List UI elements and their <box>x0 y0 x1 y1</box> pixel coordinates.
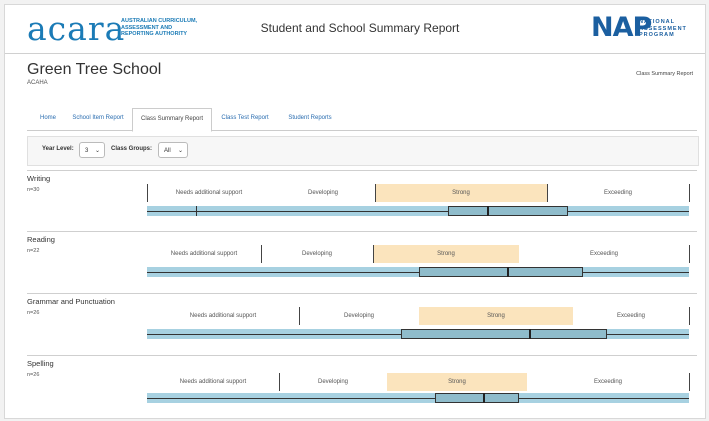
school-code: ACAHA <box>27 80 48 86</box>
domain-count: n=30 <box>27 187 40 193</box>
tab-class-test-report[interactable]: Class Test Report <box>215 108 275 129</box>
band-strong: Strong <box>419 307 573 325</box>
domain-reading: Reading n=22 Needs additional support De… <box>27 231 697 291</box>
domain-count: n=26 <box>27 372 40 378</box>
domain-title: Writing <box>27 174 51 183</box>
band-developing: Developing <box>301 251 333 257</box>
band-divider <box>689 245 690 263</box>
band-divider <box>689 307 690 325</box>
filter-bar: Year Level: 3 ⌄ Class Groups: All ⌄ <box>27 136 699 166</box>
band-needs-support: Needs additional support <box>175 190 243 196</box>
box-median <box>529 329 531 339</box>
band-needs-support: Needs additional support <box>189 313 257 319</box>
box-median <box>483 393 485 403</box>
band-divider <box>373 245 374 263</box>
band-exceeding: Exceeding <box>589 251 619 257</box>
band-exceeding: Exceeding <box>603 190 633 196</box>
box-median <box>487 206 489 216</box>
band-needs-support: Needs additional support <box>170 251 238 257</box>
chevron-down-icon: ⌄ <box>94 148 100 154</box>
box-iqr <box>448 206 568 216</box>
band-exceeding: Exceeding <box>616 313 646 319</box>
band-developing: Developing <box>317 379 349 385</box>
band-divider <box>547 184 548 202</box>
section-divider <box>27 170 697 171</box>
section-divider <box>27 355 697 356</box>
band-divider <box>261 245 262 263</box>
tab-student-reports[interactable]: Student Reports <box>281 108 339 129</box>
band-developing: Developing <box>343 313 375 319</box>
nap-tagline: NATIONAL ASSESSMENT PROGRAM <box>639 19 687 38</box>
box-iqr <box>401 329 607 339</box>
band-divider <box>147 184 148 202</box>
tab-home[interactable]: Home <box>33 108 63 129</box>
tab-school-item-report[interactable]: School Item Report <box>69 108 127 129</box>
domain-title: Grammar and Punctuation <box>27 297 115 306</box>
domain-title: Spelling <box>27 359 54 368</box>
chevron-down-icon: ⌄ <box>177 148 183 154</box>
scale-axis-line <box>147 211 689 212</box>
band-divider <box>689 373 690 391</box>
section-divider <box>27 293 697 294</box>
acara-tagline: AUSTRALIAN CURRICULUM, ASSESSMENT AND RE… <box>121 18 198 37</box>
band-exceeding: Exceeding <box>593 379 623 385</box>
domain-spelling: Spelling n=26 Needs additional support D… <box>27 355 697 415</box>
scale-axis-line <box>147 398 689 399</box>
page-title: Student and School Summary Report <box>260 21 460 35</box>
scale-axis-line <box>147 272 689 273</box>
box-iqr <box>419 267 583 277</box>
domain-grammar-punctuation: Grammar and Punctuation n=26 Needs addit… <box>27 293 697 353</box>
band-divider <box>689 184 690 202</box>
band-strong: Strong <box>375 184 547 202</box>
report-type-label: Class Summary Report <box>636 71 693 77</box>
school-name: Green Tree School <box>27 61 162 78</box>
box-whisker-min <box>196 206 197 216</box>
report-frame: acara AUSTRALIAN CURRICULUM, ASSESSMENT … <box>4 4 706 419</box>
year-level-select[interactable]: 3 ⌄ <box>79 142 105 158</box>
class-groups-select[interactable]: All ⌄ <box>158 142 188 158</box>
band-divider <box>375 184 376 202</box>
band-strong: Strong <box>373 245 519 263</box>
acara-logo: acara <box>27 9 126 48</box>
report-tabs: Home School Item Report Class Summary Re… <box>27 108 697 132</box>
domain-count: n=22 <box>27 248 40 254</box>
band-strong: Strong <box>387 373 527 391</box>
section-divider <box>27 231 697 232</box>
class-groups-label: Class Groups: <box>111 146 153 152</box>
band-divider <box>299 307 300 325</box>
band-divider <box>279 373 280 391</box>
domain-writing: Writing n=30 Needs additional support De… <box>27 170 697 230</box>
year-level-label: Year Level: <box>42 146 74 152</box>
band-needs-support: Needs additional support <box>179 379 247 385</box>
tab-class-summary-report[interactable]: Class Summary Report <box>132 108 212 132</box>
box-iqr <box>435 393 519 403</box>
band-developing: Developing <box>307 190 339 196</box>
domain-count: n=26 <box>27 310 40 316</box>
box-median <box>507 267 509 277</box>
domain-title: Reading <box>27 235 55 244</box>
report-header: acara AUSTRALIAN CURRICULUM, ASSESSMENT … <box>5 5 705 54</box>
